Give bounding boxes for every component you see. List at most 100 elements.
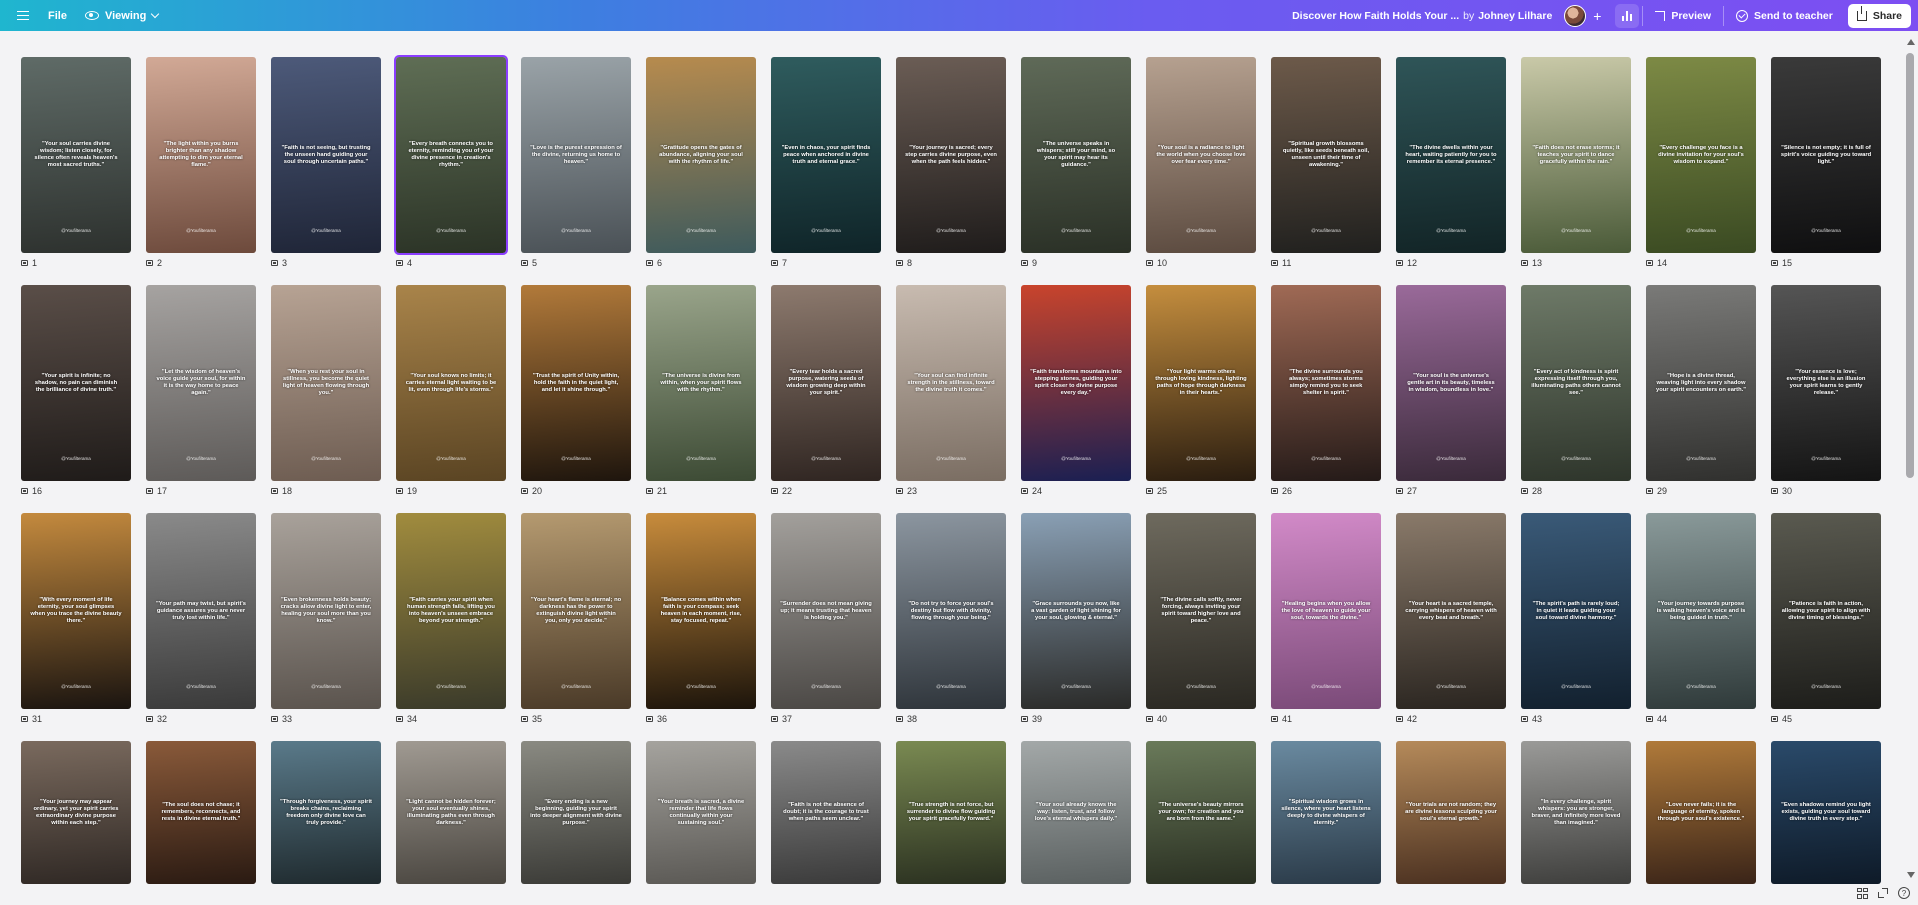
help-icon[interactable]: ? [1898,887,1910,899]
insights-button[interactable] [1615,3,1640,28]
quote-text: "Even brokenness holds beauty; cracks al… [280,597,372,624]
file-menu-button[interactable]: File [48,10,67,22]
viewing-mode-dropdown[interactable]: Viewing [84,10,160,22]
page-thumbnail[interactable]: "Your path may twist, but spirit's guida… [146,513,256,709]
page-thumbnail[interactable]: "Your essence is love; everything else i… [1771,285,1881,481]
page-thumbnail[interactable]: "Love is the purest expression of the di… [521,57,631,253]
page-thumbnail[interactable]: "With every moment of life eternity, you… [21,513,131,709]
page-card: "Your soul can find infinite strength in… [896,285,1006,496]
page-thumbnail[interactable]: "True strength is not force, but surrend… [896,741,1006,884]
page-thumbnail[interactable]: "Every tear holds a sacred purpose, wate… [771,285,881,481]
page-thumbnail[interactable]: "Your trials are not random; they are di… [1396,741,1506,884]
page-thumbnail[interactable]: "Light cannot be hidden forever; your so… [396,741,506,884]
page-card: "Your soul knows no limits; it carries e… [396,285,506,496]
page-thumbnail[interactable]: "The universe's beauty mirrors your own;… [1146,741,1256,884]
quote-text: "The divine calls softly, never forcing,… [1160,597,1242,624]
page-thumbnail[interactable]: "Your breath is sacred, a divine reminde… [646,741,756,884]
page-thumbnail[interactable]: "Healing begins when you allow the love … [1271,513,1381,709]
page-thumbnail[interactable]: "Your soul can find infinite strength in… [896,285,1006,481]
page-thumbnail[interactable]: "Faith does not erase storms; it teaches… [1521,57,1631,253]
page-thumbnail[interactable]: "Your soul already knows the way: listen… [1021,741,1131,884]
send-to-teacher-button[interactable]: Send to teacher [1727,4,1842,28]
page-thumbnail[interactable]: "Faith carries your spirit when human st… [396,513,506,709]
page-thumbnail[interactable]: "Every act of kindness is spirit express… [1521,285,1631,481]
document-title[interactable]: Discover How Faith Holds Your ... [1292,10,1459,22]
page-thumbnail[interactable]: "Patience is faith in action, allowing y… [1771,513,1881,709]
page-card: "Your light warms others through loving … [1146,285,1256,496]
page-thumbnail[interactable]: "Trust the spirit of Unity within, hold … [521,285,631,481]
page-thumbnail[interactable]: "Spiritual growth blossoms quietly, like… [1271,57,1381,253]
page-thumbnail[interactable]: "The universe speaks in whispers; still … [1021,57,1131,253]
page-thumbnail[interactable]: "Every breath connects you to eternity, … [394,55,508,255]
page-thumbnail[interactable]: "Your light warms others through loving … [1146,285,1256,481]
share-button[interactable]: Share [1847,3,1911,28]
page-thumbnail[interactable]: "Your soul is the universe's gentle art … [1396,285,1506,481]
handle-text: @Youfilterama [936,456,966,461]
quote-text: "Even in chaos, your spirit finds peace … [781,144,871,165]
page-number: 3 [282,258,288,268]
vertical-scrollbar[interactable] [1902,31,1918,881]
avatar[interactable] [1564,4,1587,27]
page-icon [271,488,278,494]
scroll-thumb[interactable] [1906,53,1914,478]
handle-text: @Youfilterama [311,228,341,233]
page-thumbnail[interactable]: "Silence is not empty; it is full of spi… [1771,57,1881,253]
handle-text: @Youfilterama [436,684,466,689]
handle-text: @Youfilterama [186,684,216,689]
page-thumbnail[interactable]: "When you rest your soul in stillness, y… [271,285,381,481]
page-thumbnail[interactable]: "Your journey is sacred; every step carr… [896,57,1006,253]
page-card: "Love is the purest expression of the di… [521,57,631,268]
page-thumbnail[interactable]: "Your spirit is infinite; no shadow, no … [21,285,131,481]
fullscreen-icon[interactable] [1878,888,1888,898]
scroll-down-arrow[interactable] [1907,872,1915,878]
page-thumbnail[interactable]: "Even in chaos, your spirit finds peace … [771,57,881,253]
page-thumbnail[interactable]: "The divine dwells within your heart, wa… [1396,57,1506,253]
page-thumbnail[interactable]: "Spiritual wisdom grows in silence, wher… [1271,741,1381,884]
page-thumbnail[interactable]: "Your journey may appear ordinary, yet y… [21,741,131,884]
add-collaborator-button[interactable]: + [1588,7,1606,25]
menu-icon[interactable] [12,5,34,27]
page-thumbnail[interactable]: "Faith transforms mountains into steppin… [1021,285,1131,481]
page-thumbnail[interactable]: "Grace surrounds you now, like a vast ga… [1021,513,1131,709]
quote-text: "Your soul is a radiance to light the wo… [1156,144,1246,165]
page-thumbnail[interactable]: "Do not try to force your soul's destiny… [896,513,1006,709]
page-thumbnail[interactable]: "Love never fails; it is the language of… [1646,741,1756,884]
scroll-up-arrow[interactable] [1907,39,1915,45]
page-thumbnail[interactable]: "Faith is not seeing, but trusting the u… [271,57,381,253]
page-thumbnail[interactable]: "Every ending is a new beginning, guidin… [521,741,631,884]
page-thumbnail[interactable]: "Faith is not the absence of doubt; it i… [771,741,881,884]
page-thumbnail[interactable]: "Let the wisdom of heaven's voice guide … [146,285,256,481]
page-thumbnail[interactable]: "The soul does not chase; it remembers, … [146,741,256,884]
page-thumbnail[interactable]: "Your soul is a radiance to light the wo… [1146,57,1256,253]
page-thumbnail[interactable]: "The spirit's path is rarely loud; in qu… [1521,513,1631,709]
preview-button[interactable]: Preview [1646,4,1720,28]
page-thumbnail[interactable]: "The divine calls softly, never forcing,… [1146,513,1256,709]
page-thumbnail[interactable]: "Your heart is a sacred temple, carrying… [1396,513,1506,709]
page-icon [1771,488,1778,494]
page-thumbnail[interactable]: "Balance comes within when faith is your… [646,513,756,709]
page-thumbnail[interactable]: "The universe is divine from within, whe… [646,285,756,481]
page-thumbnail[interactable]: "Even brokenness holds beauty; cracks al… [271,513,381,709]
page-thumbnail[interactable]: "Even shadows remind you light exists, g… [1771,741,1881,884]
page-thumbnail[interactable]: "Your soul carries divine wisdom; listen… [21,57,131,253]
page-thumbnail[interactable]: "Your journey towards purpose is walking… [1646,513,1756,709]
page-thumbnail[interactable]: "In every challenge, spirit whispers: yo… [1521,741,1631,884]
page-thumbnail[interactable]: "Through forgiveness, your spirit breaks… [271,741,381,884]
page-icon [521,488,528,494]
handle-text: @Youfilterama [1811,684,1841,689]
quote-text: "Your journey is sacred; every step carr… [905,144,997,165]
page-thumbnail[interactable]: "Your heart's flame is eternal; no darkn… [521,513,631,709]
handle-text: @Youfilterama [1311,684,1341,689]
page-thumbnail[interactable]: "The divine surrounds you always; someti… [1271,285,1381,481]
quote-text: "Love never fails; it is the language of… [1657,802,1745,822]
page-thumbnail[interactable]: "Hope is a divine thread, weaving light … [1646,285,1756,481]
page-thumbnail[interactable]: "Gratitude opens the gates of abundance,… [646,57,756,253]
page-thumbnail[interactable]: "Surrender does not mean giving up; it m… [771,513,881,709]
grid-view-icon[interactable] [1857,887,1868,899]
page-number: 44 [1657,714,1668,724]
page-thumbnail[interactable]: "The light within you burns brighter tha… [146,57,256,253]
page-thumbnail[interactable]: "Your soul knows no limits; it carries e… [396,285,506,481]
page-number: 38 [907,714,918,724]
page-icon [21,260,28,266]
page-thumbnail[interactable]: "Every challenge you face is a divine in… [1646,57,1756,253]
